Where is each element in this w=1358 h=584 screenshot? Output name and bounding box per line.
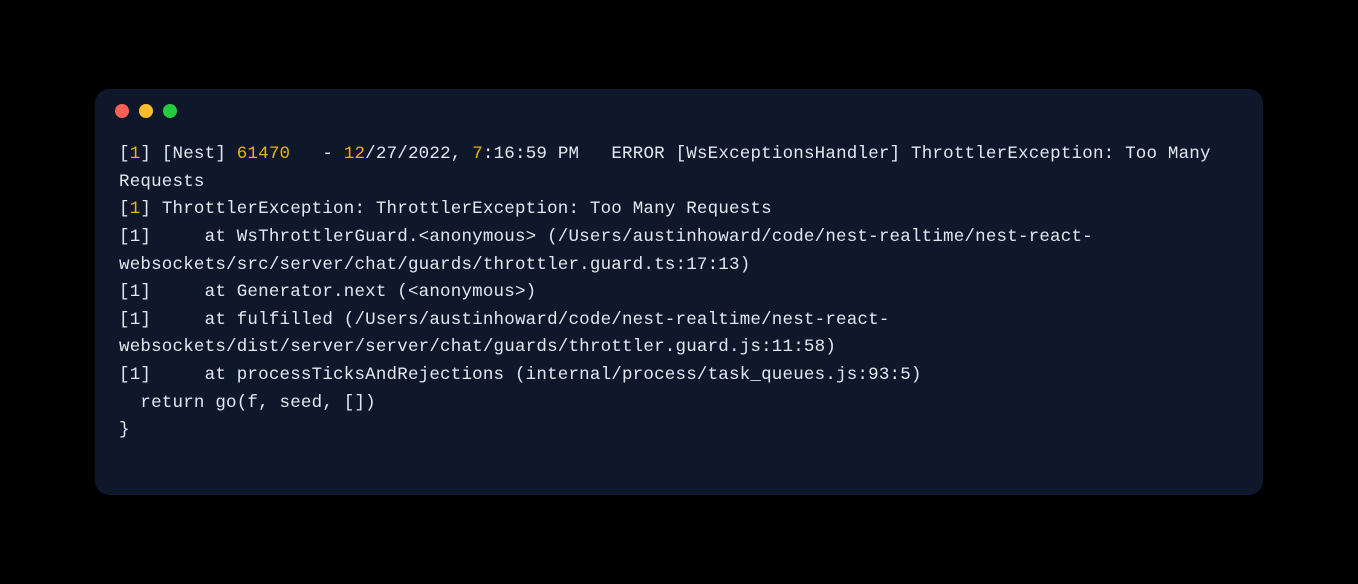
terminal-window: [1] [Nest] 61470 - 12/27/2022, 7:16:59 P… [95, 89, 1263, 495]
minimize-icon[interactable] [139, 104, 153, 118]
closing-brace: } [119, 420, 130, 440]
stack-trace-1: [1] at WsThrottlerGuard.<anonymous> (/Us… [119, 227, 1093, 275]
stack-trace-3: [1] at fulfilled (/Users/austinhoward/co… [119, 310, 890, 358]
close-icon[interactable] [115, 104, 129, 118]
terminal-output: [1] [Nest] 61470 - 12/27/2022, 7:16:59 P… [95, 133, 1263, 469]
log-line-1: [1] [Nest] 61470 - 12/27/2022, 7:16:59 P… [119, 144, 1221, 192]
return-statement: return go(f, seed, []) [119, 393, 376, 413]
titlebar [95, 89, 1263, 133]
stack-trace-2: [1] at Generator.next (<anonymous>) [119, 282, 536, 302]
stack-trace-4: [1] at processTicksAndRejections (intern… [119, 365, 922, 385]
log-line-2: [1] ThrottlerException: ThrottlerExcepti… [119, 199, 772, 219]
maximize-icon[interactable] [163, 104, 177, 118]
